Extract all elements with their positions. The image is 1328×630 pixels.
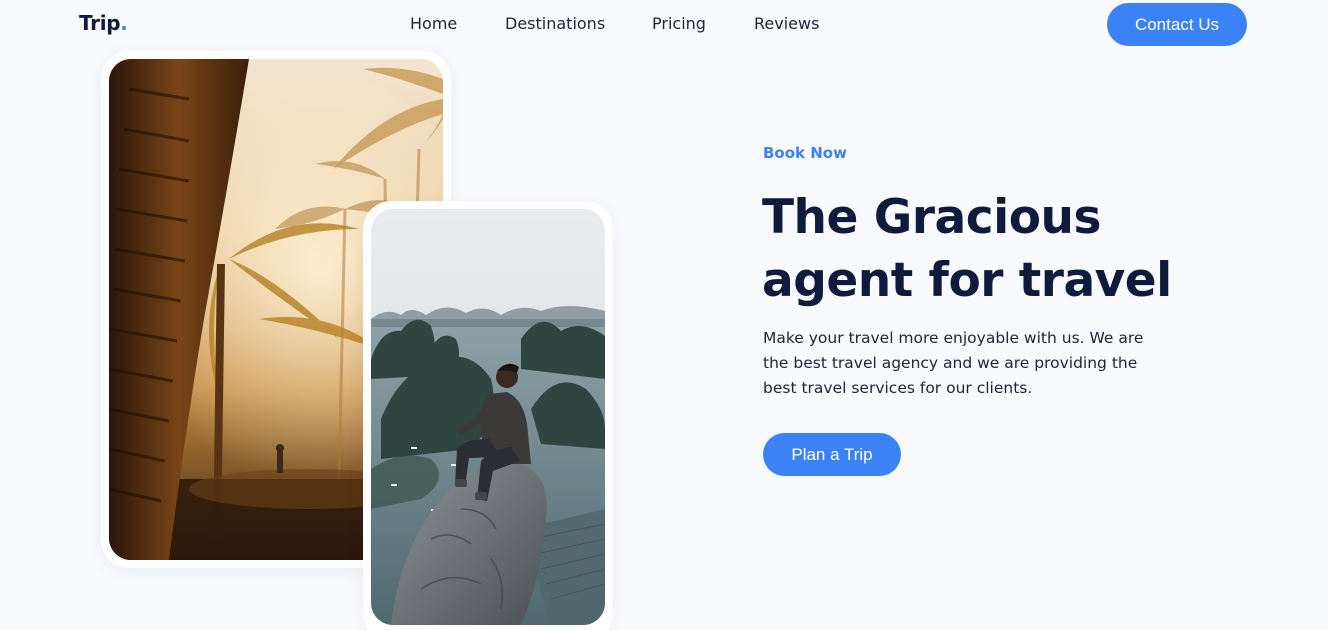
nav-link-pricing[interactable]: Pricing [652,14,706,33]
hero-headline-line2: agent for travel [762,253,1172,308]
nav-link-reviews[interactable]: Reviews [754,14,819,33]
hero-eyebrow: Book Now [763,144,847,162]
landing-page: Trip. Home Destinations Pricing Reviews … [0,0,1328,630]
nav-link-destinations[interactable]: Destinations [505,14,605,33]
bay-view-illustration [371,209,605,625]
brand-logo[interactable]: Trip. [79,11,128,35]
brand-dot: . [120,11,128,35]
brand-name: Trip [79,11,121,35]
contact-us-button[interactable]: Contact Us [1107,3,1247,46]
nav-link-home[interactable]: Home [410,14,457,33]
phone-card-bay [363,201,613,630]
plan-trip-button[interactable]: Plan a Trip [763,433,901,476]
bay-view-photo [371,209,605,625]
hero-headline-line1: The Gracious [762,190,1101,245]
hero-description: Make your travel more enjoyable with us.… [763,329,1144,397]
hero-headline: The Gracious agent for travel [762,186,1192,312]
